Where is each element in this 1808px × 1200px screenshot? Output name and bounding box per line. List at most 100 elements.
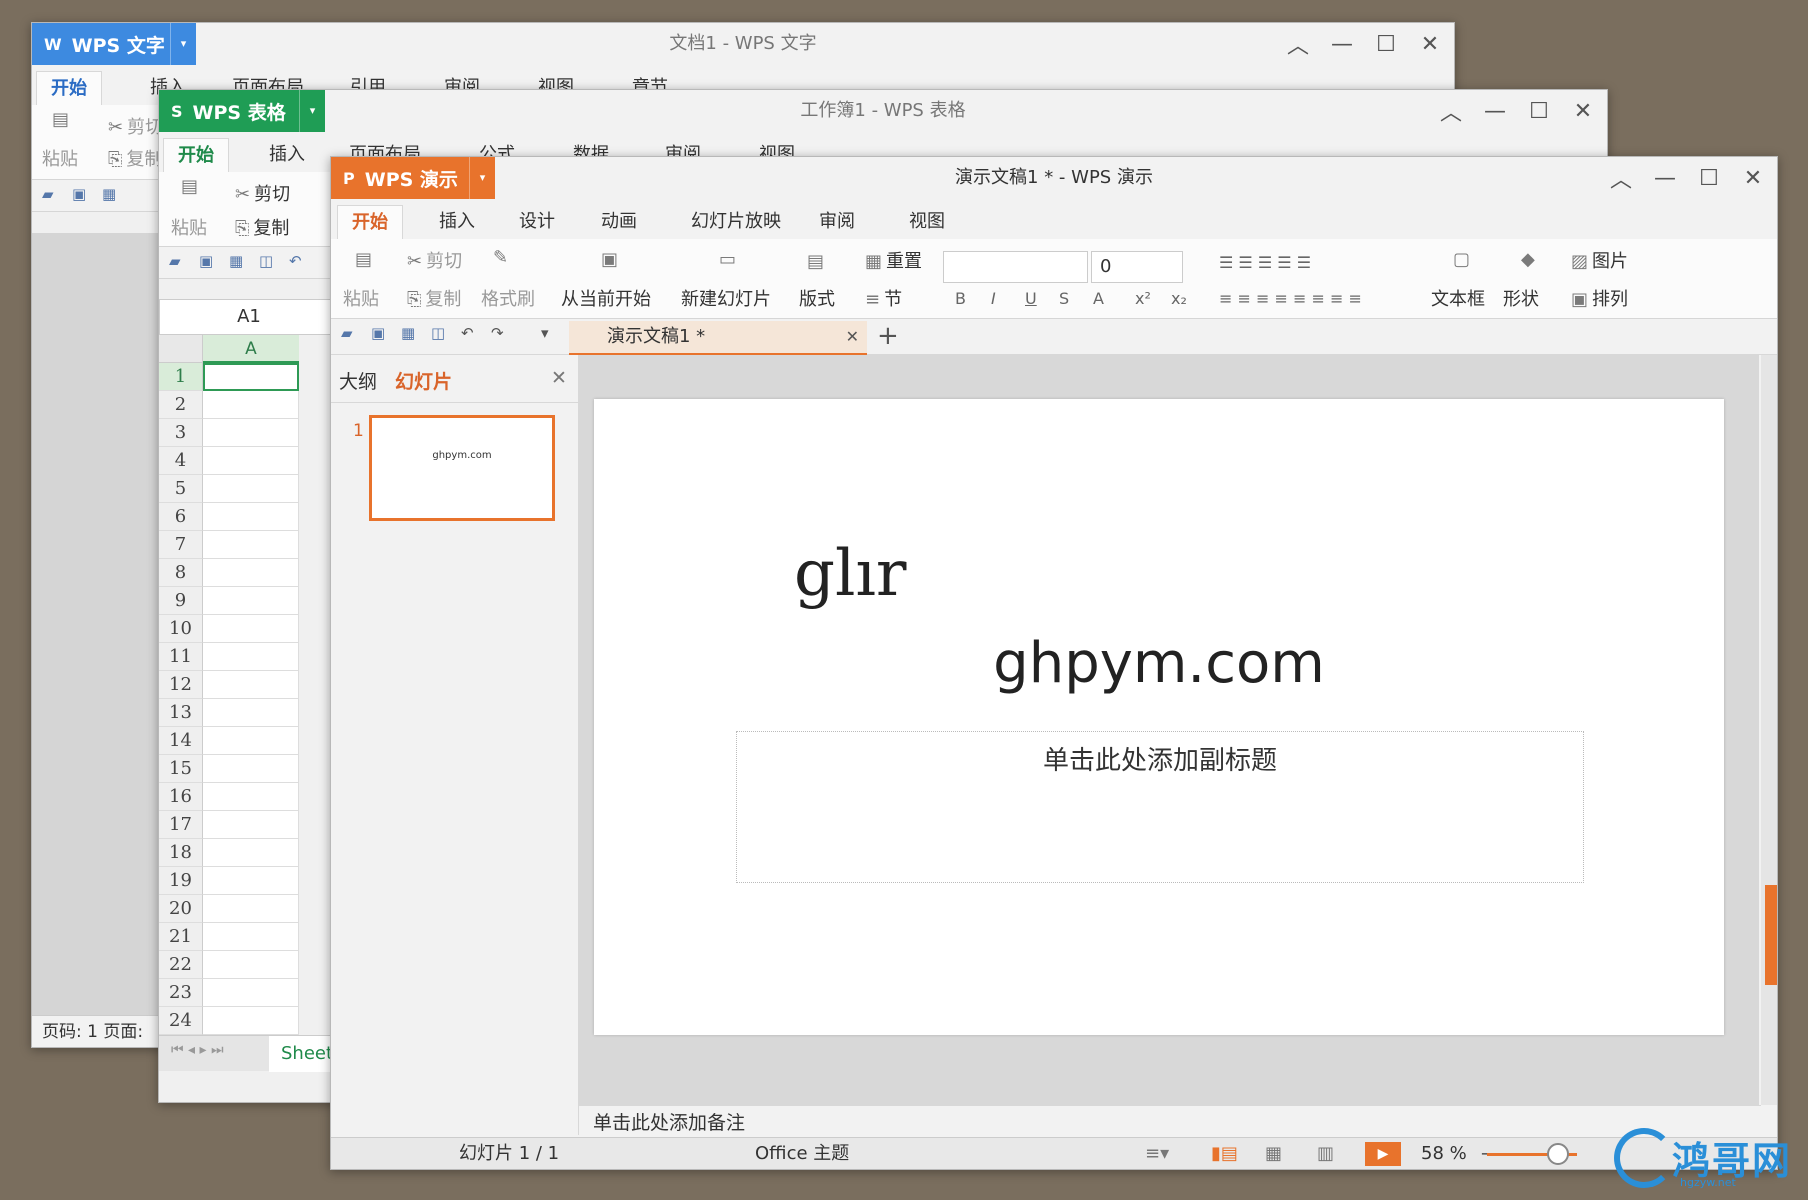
open-icon[interactable]: ▰ (42, 185, 54, 203)
grid-cell[interactable] (203, 783, 299, 811)
paste-icon[interactable]: ▤ (52, 109, 73, 130)
select-all-corner[interactable] (159, 335, 203, 363)
grid-cell[interactable] (203, 391, 299, 419)
row-header[interactable]: 6 (159, 503, 203, 531)
save-icon[interactable]: ▣ (199, 252, 213, 270)
row-header[interactable]: 1 (159, 363, 203, 391)
picture-button[interactable]: ▨ 图片 (1571, 247, 1628, 273)
subtitle-placeholder[interactable]: 单击此处添加副标题 (736, 731, 1584, 883)
writer-app-menu[interactable]: W WPS 文字 ▾ (32, 23, 196, 65)
tab-design[interactable]: 设计 (505, 205, 569, 239)
new-tab-icon[interactable]: + (877, 319, 899, 353)
redo-icon[interactable]: ↷ (491, 324, 504, 342)
cut-button[interactable]: ✂ 剪切 (108, 113, 163, 139)
grid-cell[interactable] (203, 923, 299, 951)
document-tab[interactable]: 演示文稿1 * ✕ (569, 321, 867, 355)
italic-icon[interactable]: I (991, 289, 996, 308)
paste-button[interactable]: 粘贴 (343, 285, 379, 311)
grid-cell[interactable] (203, 951, 299, 979)
grid-cell[interactable] (203, 979, 299, 1007)
chevron-down-icon[interactable]: ▾ (170, 23, 196, 65)
grid-cell[interactable] (203, 699, 299, 727)
collapse-ribbon-icon[interactable]: ︿ (1437, 95, 1465, 127)
open-icon[interactable]: ▰ (341, 324, 353, 342)
quick-access-dropdown-icon[interactable]: ▾ (541, 324, 549, 342)
paste-button[interactable]: 粘贴 (171, 214, 207, 240)
row-header[interactable]: 18 (159, 839, 203, 867)
print-icon[interactable]: ▦ (229, 252, 243, 270)
copy-button[interactable]: ⎘ 复制 (235, 214, 289, 240)
chevron-down-icon[interactable]: ▾ (469, 157, 495, 199)
tab-slides[interactable]: 幻灯片 (395, 367, 452, 394)
row-header[interactable]: 23 (159, 979, 203, 1007)
row-header[interactable]: 5 (159, 475, 203, 503)
tab-view[interactable]: 视图 (895, 205, 959, 239)
reset-button[interactable]: ▦ 重置 (865, 247, 922, 273)
from-current-button[interactable]: 从当前开始 (561, 285, 651, 311)
row-header[interactable]: 22 (159, 951, 203, 979)
bold-icon[interactable]: B (955, 289, 966, 308)
maximize-icon[interactable]: ☐ (1372, 32, 1400, 57)
row-header[interactable]: 11 (159, 643, 203, 671)
tab-insert[interactable]: 插入 (255, 138, 319, 172)
tab-home[interactable]: 开始 (337, 205, 403, 239)
grid-cell[interactable] (203, 559, 299, 587)
format-painter-button[interactable]: 格式刷 (481, 285, 535, 311)
shadow-icon[interactable]: S (1059, 289, 1069, 308)
grid-cell[interactable] (203, 839, 299, 867)
maximize-icon[interactable]: ☐ (1695, 166, 1723, 191)
row-header[interactable]: 20 (159, 895, 203, 923)
bullets-icon[interactable]: ☰ ☰ ☰ ☰ ☰ (1219, 253, 1311, 272)
slide-title[interactable]: ghpym.com (594, 631, 1724, 696)
underline-icon[interactable]: U (1025, 289, 1037, 308)
slide[interactable]: glır ghpym.com 单击此处添加副标题 (594, 399, 1724, 1035)
undo-icon[interactable]: ↶ (289, 252, 302, 270)
row-header[interactable]: 13 (159, 699, 203, 727)
align-icons[interactable]: ≡ ≡ ≡ ≡ ≡ ≡ ≡ ≡ (1219, 289, 1362, 308)
copy-button[interactable]: ⎘ 复制 (407, 285, 461, 311)
close-icon[interactable]: ✕ (1416, 32, 1444, 57)
slideshow-play-icon[interactable]: ▶ (1365, 1142, 1401, 1166)
new-slide-button[interactable]: 新建幻灯片 (681, 285, 771, 311)
paste-icon[interactable]: ▤ (355, 249, 376, 270)
font-size-select[interactable]: 0 (1091, 251, 1183, 283)
layout-button[interactable]: 版式 (799, 285, 835, 311)
row-header[interactable]: 14 (159, 727, 203, 755)
grid-cell[interactable] (203, 895, 299, 923)
grid-cell[interactable] (203, 503, 299, 531)
row-header[interactable]: 24 (159, 1007, 203, 1035)
save-icon[interactable]: ▣ (371, 324, 385, 342)
grid-cell[interactable] (203, 867, 299, 895)
paste-icon[interactable]: ▤ (181, 176, 202, 197)
maximize-icon[interactable]: ☐ (1525, 99, 1553, 124)
row-header[interactable]: 16 (159, 783, 203, 811)
shape-button[interactable]: 形状 (1503, 285, 1539, 311)
vertical-scrollbar[interactable] (1761, 355, 1777, 1105)
tab-home[interactable]: 开始 (36, 71, 102, 105)
grid-cell[interactable] (203, 531, 299, 559)
tab-home[interactable]: 开始 (163, 138, 229, 172)
grid-cell[interactable] (203, 587, 299, 615)
paste-button[interactable]: 粘贴 (42, 145, 78, 171)
print-icon[interactable]: ▦ (102, 185, 116, 203)
undo-icon[interactable]: ↶ (461, 324, 474, 342)
notes-placeholder[interactable]: 单击此处添加备注 (579, 1105, 1761, 1139)
close-icon[interactable]: ✕ (1739, 166, 1767, 191)
collapse-ribbon-icon[interactable]: ︿ (1284, 28, 1312, 60)
row-header[interactable]: 19 (159, 867, 203, 895)
row-header[interactable]: 2 (159, 391, 203, 419)
row-header[interactable]: 21 (159, 923, 203, 951)
font-color-icon[interactable]: A (1093, 289, 1104, 308)
grid-cell[interactable] (203, 811, 299, 839)
row-header[interactable]: 17 (159, 811, 203, 839)
grid-cell[interactable] (203, 755, 299, 783)
open-icon[interactable]: ▰ (169, 252, 181, 270)
grid-cell[interactable] (203, 643, 299, 671)
normal-view-icon[interactable]: ▮▤ (1211, 1138, 1238, 1169)
collapse-ribbon-icon[interactable]: ︿ (1607, 162, 1635, 194)
section-button[interactable]: ≡ 节 (865, 285, 902, 311)
minimize-icon[interactable]: — (1481, 99, 1509, 124)
sorter-view-icon[interactable]: ▦ (1265, 1138, 1282, 1169)
tab-outline[interactable]: 大纲 (339, 367, 377, 394)
preview-icon[interactable]: ◫ (431, 324, 445, 342)
